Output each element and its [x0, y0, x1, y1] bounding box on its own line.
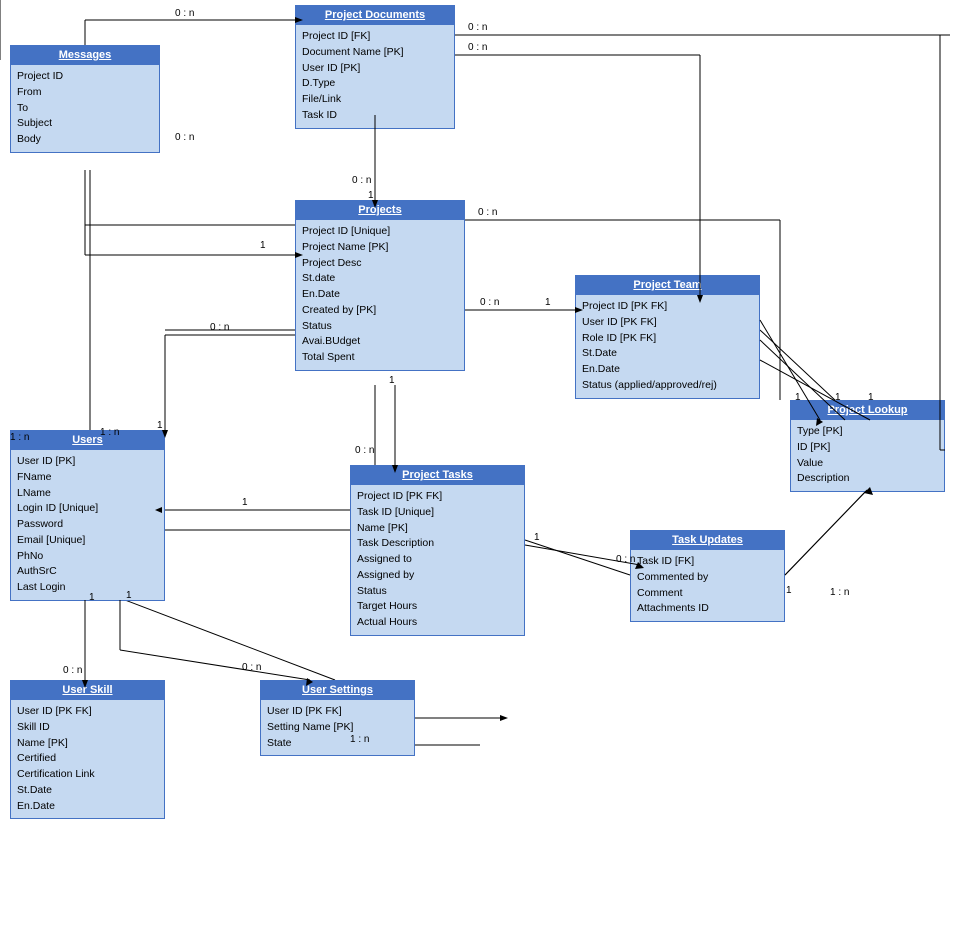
entity-project_lookup: Project LookupType [PK]ID [PK]ValueDescr…: [790, 400, 945, 492]
entity-header-user_skill: User Skill: [11, 681, 164, 700]
entity-project_team: Project TeamProject ID [PK FK]User ID [P…: [575, 275, 760, 399]
entity-field: Certification Link: [17, 767, 158, 783]
entity-field: St.date: [302, 271, 458, 287]
entity-field: Setting Name [PK]: [267, 720, 408, 736]
entity-field: Password: [17, 517, 158, 533]
entity-field: User ID [PK FK]: [267, 704, 408, 720]
entity-project_tasks: Project TasksProject ID [PK FK]Task ID […: [350, 465, 525, 636]
entity-field: Status: [357, 584, 518, 600]
entity-field: Assigned by: [357, 568, 518, 584]
entity-field: Email [Unique]: [17, 533, 158, 549]
entity-field: Comment: [637, 586, 778, 602]
entity-field: En.Date: [302, 287, 458, 303]
entity-field: Task ID [FK]: [637, 554, 778, 570]
entity-field: LName: [17, 486, 158, 502]
entity-field: Role ID [PK FK]: [582, 331, 753, 347]
entity-field: Status: [302, 319, 458, 335]
entity-header-project_tasks: Project Tasks: [351, 466, 524, 485]
entity-field: Project Name [PK]: [302, 240, 458, 256]
entity-field: To: [17, 101, 153, 117]
entity-body-messages: Project IDFromToSubjectBody: [11, 65, 159, 152]
entity-field: St.Date: [17, 783, 158, 799]
entity-field: Value: [797, 456, 938, 472]
entity-user_skill: User SkillUser ID [PK FK]Skill IDName [P…: [10, 680, 165, 819]
entity-field: Body: [17, 132, 153, 148]
entity-field: User ID [PK]: [17, 454, 158, 470]
entity-header-users: Users: [11, 431, 164, 450]
entity-field: Certified: [17, 751, 158, 767]
entity-messages: MessagesProject IDFromToSubjectBody: [10, 45, 160, 153]
entity-field: Last Login: [17, 580, 158, 596]
entity-field: D.Type: [302, 76, 448, 92]
entity-field: Name [PK]: [357, 521, 518, 537]
entity-field: Project ID [FK]: [302, 29, 448, 45]
entity-field: Assigned to: [357, 552, 518, 568]
entity-user_settings: User SettingsUser ID [PK FK]Setting Name…: [260, 680, 415, 756]
entity-field: Project ID: [17, 69, 153, 85]
entity-field: Project ID [Unique]: [302, 224, 458, 240]
entity-header-project_documents: Project Documents: [296, 6, 454, 25]
entity-body-users: User ID [PK]FNameLNameLogin ID [Unique]P…: [11, 450, 164, 600]
entity-field: Task Description: [357, 536, 518, 552]
entity-field: En.Date: [17, 799, 158, 815]
entity-field: St.Date: [582, 346, 753, 362]
entity-header-user_settings: User Settings: [261, 681, 414, 700]
entity-task_updates: Task UpdatesTask ID [FK]Commented byComm…: [630, 530, 785, 622]
entity-field: Project Desc: [302, 256, 458, 272]
entity-body-task_updates: Task ID [FK]Commented byCommentAttachmen…: [631, 550, 784, 621]
entity-body-user_skill: User ID [PK FK]Skill IDName [PK]Certifie…: [11, 700, 164, 818]
entity-field: FName: [17, 470, 158, 486]
entity-field: Avai.BUdget: [302, 334, 458, 350]
entity-field: Attachments ID: [637, 601, 778, 617]
entity-field: Created by [PK]: [302, 303, 458, 319]
erd-diagram: Project DocumentsProject ID [FK]Document…: [0, 0, 962, 937]
entity-field: Skill ID: [17, 720, 158, 736]
entity-field: File/Link: [302, 92, 448, 108]
entity-field: PhNo: [17, 549, 158, 565]
entity-body-project_team: Project ID [PK FK]User ID [PK FK]Role ID…: [576, 295, 759, 398]
entity-field: User ID [PK FK]: [582, 315, 753, 331]
entity-field: From: [17, 85, 153, 101]
entity-field: State: [267, 736, 408, 752]
entity-field: Task ID: [302, 108, 448, 124]
entity-projects: ProjectsProject ID [Unique]Project Name …: [295, 200, 465, 371]
entity-project_documents: Project DocumentsProject ID [FK]Document…: [295, 5, 455, 129]
entity-header-task_updates: Task Updates: [631, 531, 784, 550]
entity-field: User ID [PK FK]: [17, 704, 158, 720]
entity-field: Task ID [Unique]: [357, 505, 518, 521]
entity-body-user_settings: User ID [PK FK]Setting Name [PK]State: [261, 700, 414, 755]
entity-header-project_lookup: Project Lookup: [791, 401, 944, 420]
entity-body-projects: Project ID [Unique]Project Name [PK]Proj…: [296, 220, 464, 370]
entity-field: Description: [797, 471, 938, 487]
entity-field: En.Date: [582, 362, 753, 378]
entity-field: User ID [PK]: [302, 61, 448, 77]
entity-field: Project ID [PK FK]: [357, 489, 518, 505]
entity-field: Commented by: [637, 570, 778, 586]
entity-header-project_team: Project Team: [576, 276, 759, 295]
entity-field: Name [PK]: [17, 736, 158, 752]
entity-field: Project ID [PK FK]: [582, 299, 753, 315]
entity-field: ID [PK]: [797, 440, 938, 456]
entity-body-project_documents: Project ID [FK]Document Name [PK]User ID…: [296, 25, 454, 128]
entity-field: Total Spent: [302, 350, 458, 366]
entity-body-project_lookup: Type [PK]ID [PK]ValueDescription: [791, 420, 944, 491]
entity-body-project_tasks: Project ID [PK FK]Task ID [Unique]Name […: [351, 485, 524, 635]
entity-field: AuthSrC: [17, 564, 158, 580]
entity-field: Login ID [Unique]: [17, 501, 158, 517]
entity-field: Actual Hours: [357, 615, 518, 631]
entity-field: Subject: [17, 116, 153, 132]
entity-field: Type [PK]: [797, 424, 938, 440]
entity-field: Target Hours: [357, 599, 518, 615]
entity-header-projects: Projects: [296, 201, 464, 220]
entity-field: Document Name [PK]: [302, 45, 448, 61]
entity-field: Status (applied/approved/rej): [582, 378, 753, 394]
entity-users: UsersUser ID [PK]FNameLNameLogin ID [Uni…: [10, 430, 165, 601]
entity-header-messages: Messages: [11, 46, 159, 65]
